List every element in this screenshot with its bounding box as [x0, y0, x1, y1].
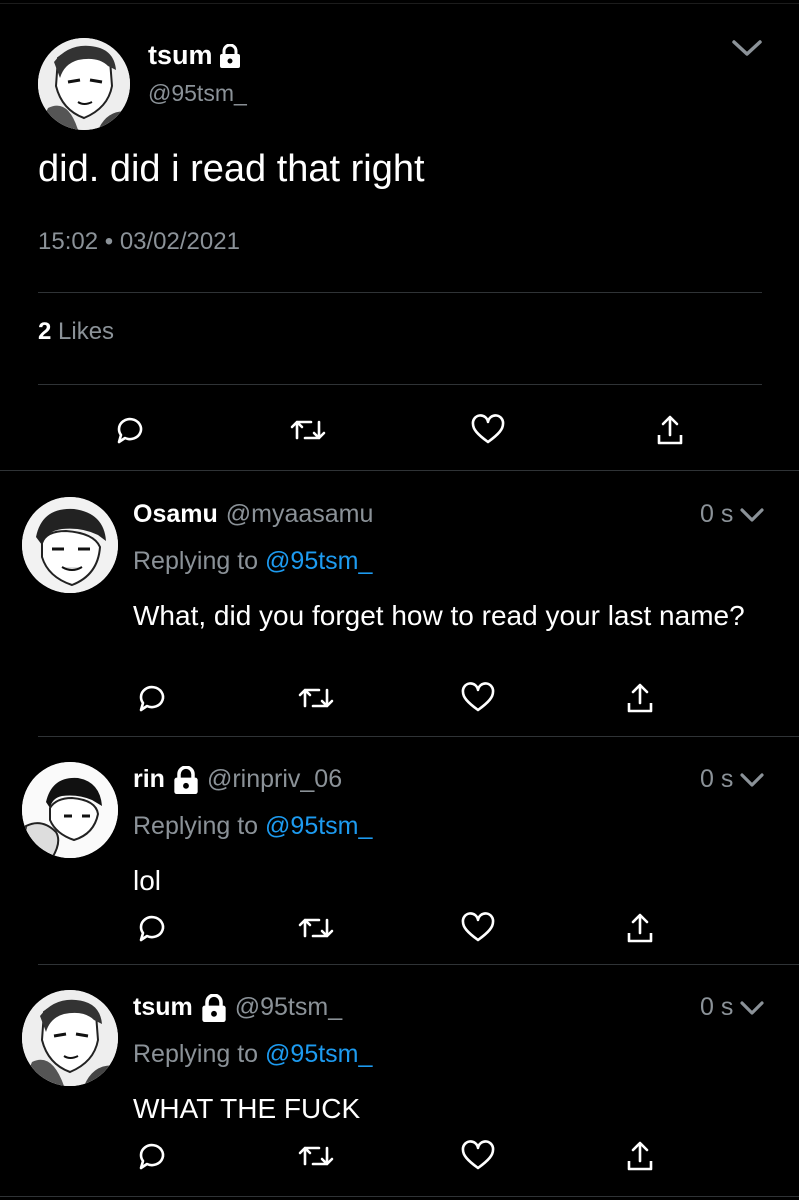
like-button[interactable]: [468, 410, 508, 450]
reply-time: 0 s: [700, 765, 765, 794]
lock-icon: [173, 765, 199, 794]
avatar[interactable]: [38, 38, 130, 130]
chevron-down-icon[interactable]: [739, 1000, 765, 1016]
avatar[interactable]: [22, 762, 118, 858]
reply-text: What, did you forget how to read your la…: [133, 600, 745, 631]
timestamp: 0 s: [700, 500, 734, 528]
reply-tweet[interactable]: rin @rinpriv_06 0 s Replying to @95tsm_ …: [0, 740, 799, 965]
reply-text: WHAT THE FUCK: [133, 1093, 361, 1124]
like-button[interactable]: [458, 908, 498, 948]
divider: [38, 964, 799, 965]
retweet-icon: [298, 918, 334, 938]
display-name[interactable]: rin: [133, 765, 165, 794]
like-button[interactable]: [458, 678, 498, 718]
handle[interactable]: @myaasamu: [226, 500, 374, 529]
reply-header: Osamu @myaasamu: [133, 500, 373, 529]
mention-link[interactable]: @95tsm_: [265, 547, 372, 575]
mention-link[interactable]: @95tsm_: [265, 812, 372, 840]
timestamp: 0 s: [700, 993, 734, 1021]
display-name[interactable]: Osamu: [133, 500, 218, 529]
chevron-down-icon[interactable]: [739, 507, 765, 523]
retweet-icon: [298, 688, 334, 708]
tweet-date: 03/02/2021: [119, 228, 240, 255]
mention-link[interactable]: @95tsm_: [265, 1040, 372, 1068]
reply-time: 0 s: [700, 500, 765, 529]
author-name[interactable]: tsum: [148, 40, 241, 71]
top-border: [0, 3, 799, 4]
heart-icon: [461, 912, 495, 942]
lock-icon: [201, 993, 227, 1022]
heart-icon: [461, 1140, 495, 1170]
share-icon: [627, 683, 653, 713]
reply-button[interactable]: [132, 908, 172, 948]
meta-separator: •: [104, 228, 114, 255]
display-name[interactable]: tsum: [133, 993, 193, 1022]
likes-number: 2: [38, 318, 52, 345]
reply-icon: [139, 1143, 165, 1170]
tweet-actions: [0, 410, 799, 450]
likes-label: Likes: [58, 318, 115, 345]
replying-to: Replying to @95tsm_: [133, 547, 372, 576]
chevron-down-icon[interactable]: [739, 772, 765, 788]
tweet-text: did. did i read that right: [38, 148, 425, 190]
share-icon: [627, 1141, 653, 1171]
reply-header: rin @rinpriv_06: [133, 765, 342, 794]
retweet-icon: [298, 1146, 334, 1166]
reply-actions: [0, 678, 799, 718]
share-icon: [657, 415, 683, 445]
reply-header: tsum @95tsm_: [133, 993, 342, 1022]
replying-label: Replying to: [133, 1040, 259, 1068]
share-button[interactable]: [620, 908, 660, 948]
reply-icon: [117, 417, 143, 444]
divider: [0, 470, 799, 471]
like-button[interactable]: [458, 1136, 498, 1176]
replying-label: Replying to: [133, 547, 259, 575]
handle[interactable]: @rinpriv_06: [207, 765, 342, 794]
display-name[interactable]: tsum: [148, 40, 213, 71]
retweet-button[interactable]: [296, 1136, 336, 1176]
reply-tweet[interactable]: Osamu @myaasamu 0 s Replying to @95tsm_ …: [0, 475, 799, 737]
reply-actions: [0, 908, 799, 948]
reply-icon: [139, 915, 165, 942]
reply-tweet[interactable]: tsum @95tsm_ 0 s Replying to @95tsm_ WHA…: [0, 968, 799, 1193]
reply-button[interactable]: [110, 410, 150, 450]
reply-text: lol: [133, 865, 162, 896]
divider: [38, 292, 762, 293]
share-icon: [627, 913, 653, 943]
likes-count[interactable]: 2 Likes: [38, 318, 114, 346]
avatar[interactable]: [22, 990, 118, 1086]
reply-time: 0 s: [700, 993, 765, 1022]
author-handle[interactable]: @95tsm_: [148, 80, 247, 107]
reply-icon: [139, 685, 165, 712]
reply-button[interactable]: [132, 678, 172, 718]
tweet-time: 15:02: [38, 228, 99, 255]
handle[interactable]: @95tsm_: [235, 993, 342, 1022]
divider: [38, 384, 762, 385]
replying-to: Replying to @95tsm_: [133, 812, 372, 841]
retweet-icon: [290, 420, 326, 440]
timestamp: 0 s: [700, 765, 734, 793]
divider: [38, 736, 799, 737]
replying-to: Replying to @95tsm_: [133, 1040, 372, 1069]
reply-button[interactable]: [132, 1136, 172, 1176]
avatar[interactable]: [22, 497, 118, 593]
share-button[interactable]: [620, 1136, 660, 1176]
retweet-button[interactable]: [288, 410, 328, 450]
share-button[interactable]: [620, 678, 660, 718]
lock-icon: [219, 43, 241, 68]
share-button[interactable]: [650, 410, 690, 450]
reply-actions: [0, 1136, 799, 1176]
divider: [0, 1196, 799, 1197]
retweet-button[interactable]: [296, 678, 336, 718]
chevron-down-icon[interactable]: [731, 38, 763, 58]
heart-icon: [461, 682, 495, 712]
retweet-button[interactable]: [296, 908, 336, 948]
replying-label: Replying to: [133, 812, 259, 840]
heart-icon: [471, 414, 505, 444]
tweet-timestamp[interactable]: 15:02 • 03/02/2021: [38, 228, 240, 256]
